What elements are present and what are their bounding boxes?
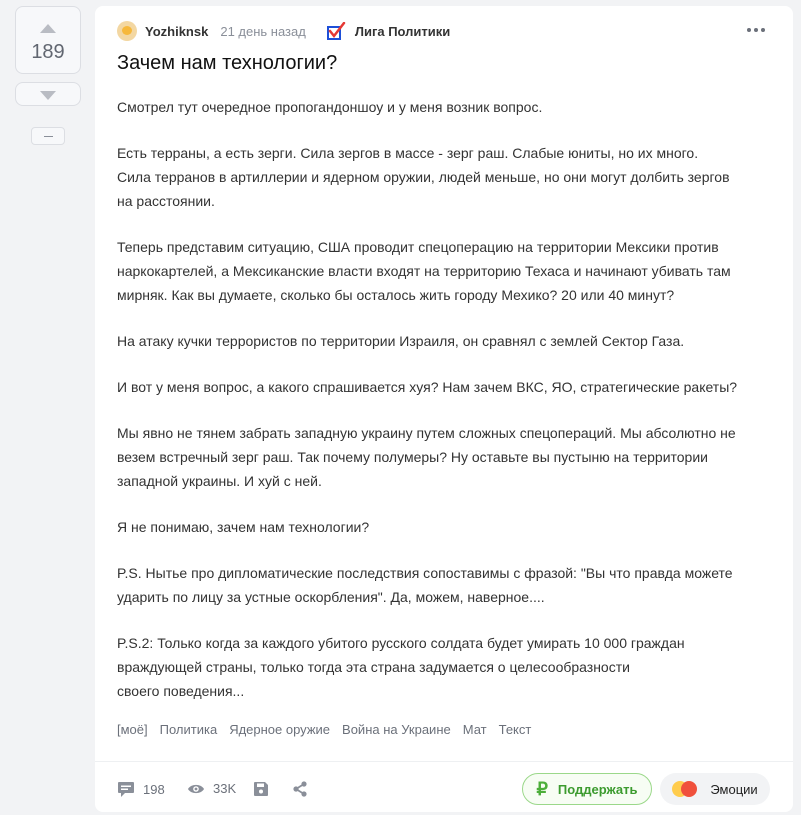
paragraph-line: Теперь представим ситуацию, США проводит…	[117, 239, 719, 255]
share-icon	[293, 781, 307, 797]
tag-link[interactable]: Мат	[463, 722, 487, 737]
author-name[interactable]: Yozhiknsk	[145, 24, 208, 39]
post-paragraph: P.S. Нытье про дипломатические последств…	[117, 561, 767, 609]
collapse-post-button[interactable]	[31, 127, 65, 145]
tag-link[interactable]: Война на Украине	[342, 722, 451, 737]
paragraph-line: на расстоянии.	[117, 193, 215, 209]
post-paragraph: И вот у меня вопрос, а какого спрашивает…	[117, 375, 767, 399]
upvote-button[interactable]: 189	[15, 6, 81, 74]
save-icon	[254, 782, 268, 796]
post-header: Yozhiknsk 21 день назад Лига Политики	[117, 21, 450, 41]
tag-link[interactable]: Текст	[499, 722, 532, 737]
minus-icon	[44, 136, 53, 137]
comment-icon	[118, 782, 134, 797]
vote-panel: 189	[15, 6, 83, 145]
post-paragraph: Есть терраны, а есть зерги. Сила зергов …	[117, 141, 767, 213]
arrow-up-icon	[40, 24, 56, 33]
comments-count: 198	[143, 782, 165, 797]
eye-icon	[188, 784, 204, 793]
paragraph-line: враждующей страны, только тогда эта стра…	[117, 659, 630, 675]
paragraph-line: P.S.2: Только когда за каждого убитого р…	[117, 635, 685, 651]
post-paragraph: Я не понимаю, зачем нам технологии?	[117, 515, 767, 539]
paragraph-line: Мы явно не тянем забрать западную украин…	[117, 425, 736, 441]
post-paragraph: Смотрел тут очередное пропогандоншоу и у…	[117, 95, 767, 119]
paragraph-line: Сила терранов в артиллерии и ядерном ору…	[117, 169, 730, 185]
paragraph-line: Есть терраны, а есть зерги. Сила зергов …	[117, 145, 699, 161]
author-avatar[interactable]	[117, 21, 137, 41]
divider	[95, 761, 793, 762]
paragraph-line: На атаку кучки террористов по территории…	[117, 333, 685, 349]
emotions-button[interactable]: Эмоции	[660, 773, 770, 805]
paragraph-line: ударить по лицу за устные оскорбления". …	[117, 589, 545, 605]
paragraph-line: наркокартелей, а Мексиканские власти вхо…	[117, 263, 731, 279]
share-button[interactable]	[292, 781, 316, 797]
tag-link[interactable]: Политика	[160, 722, 218, 737]
checkbox-vote-icon	[326, 22, 346, 40]
rating-count: 189	[31, 41, 65, 63]
paragraph-line: P.S. Нытье про дипломатические последств…	[117, 565, 733, 581]
paragraph-line: западной украины. И хуй с ней.	[117, 473, 322, 489]
paragraph-line: везем встречный зерг раш. Так почему пол…	[117, 449, 708, 465]
community-link[interactable]: Лига Политики	[326, 22, 450, 40]
community-name: Лига Политики	[354, 23, 451, 39]
more-options-icon[interactable]	[747, 28, 765, 32]
post-paragraph: P.S.2: Только когда за каждого убитого р…	[117, 631, 767, 703]
paragraph-line: Смотрел тут очередное пропогандоншоу и у…	[117, 99, 543, 115]
ruble-icon: ₽	[536, 778, 548, 799]
support-button[interactable]: ₽ Поддержать	[522, 773, 652, 805]
tag-link[interactable]: [моё]	[117, 722, 148, 737]
post-footer: 198 33K ₽ Поддержать Эмоции	[117, 773, 770, 809]
emotions-label: Эмоции	[710, 781, 758, 797]
post-paragraph: Теперь представим ситуацию, США проводит…	[117, 235, 767, 307]
paragraph-line: Я не понимаю, зачем нам технологии?	[117, 519, 370, 535]
post-time[interactable]: 21 день назад	[220, 24, 306, 39]
post-title[interactable]: Зачем нам технологии?	[117, 52, 337, 75]
post-paragraph: Мы явно не тянем забрать западную украин…	[117, 421, 767, 493]
post-paragraph: На атаку кучки террористов по территории…	[117, 329, 767, 353]
tag-list: [моё] Политика Ядерное оружие Война на Укра…	[117, 722, 531, 737]
paragraph-line: мирняк. Как вы думаете, сколько бы остал…	[117, 287, 675, 303]
post-card: Yozhiknsk 21 день назад Лига Политики За…	[95, 6, 793, 812]
views-stat: 33K	[187, 781, 236, 796]
downvote-button[interactable]	[15, 82, 81, 106]
emoji-icon	[672, 779, 698, 799]
paragraph-line: И вот у меня вопрос, а какого спрашивает…	[117, 379, 738, 395]
views-count: 33K	[213, 781, 237, 796]
comments-button[interactable]: 198	[117, 781, 165, 798]
support-label: Поддержать	[557, 781, 638, 797]
arrow-down-icon	[40, 91, 56, 100]
tag-link[interactable]: Ядерное оружие	[229, 722, 330, 737]
post-body: Смотрел тут очередное пропогандоншоу и у…	[117, 95, 767, 725]
paragraph-line: своего поведения...	[117, 683, 245, 699]
save-button[interactable]	[253, 781, 277, 797]
